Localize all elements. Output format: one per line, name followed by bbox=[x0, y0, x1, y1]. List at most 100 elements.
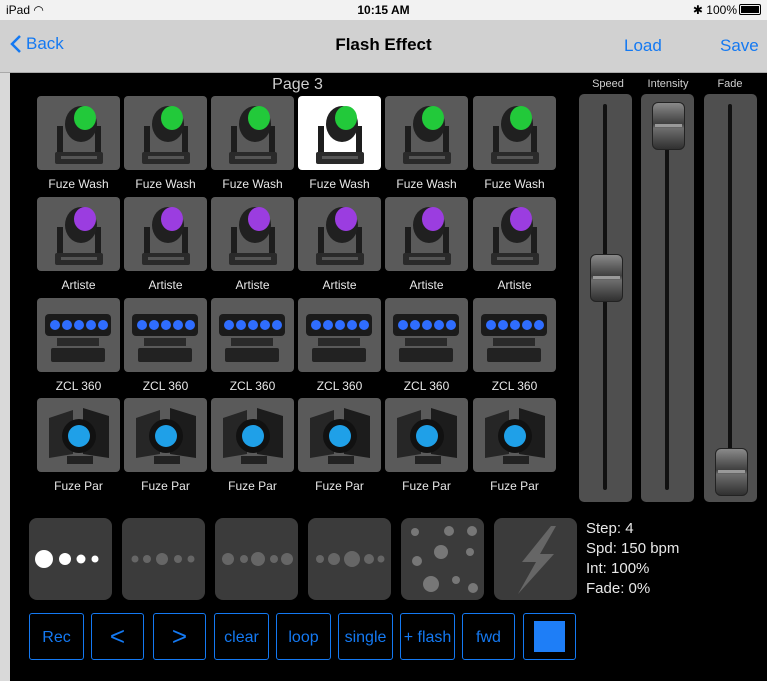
pattern-large-to-small-dots-button[interactable] bbox=[29, 518, 112, 600]
fixture-label: Fuze Par bbox=[402, 479, 451, 493]
wash-fixture-icon bbox=[142, 106, 190, 164]
fixture-artiste-2[interactable] bbox=[124, 197, 207, 271]
step-readout: Step: 4 bbox=[586, 520, 634, 537]
pattern-alternating-dots-button[interactable] bbox=[215, 518, 298, 600]
fixture-artiste-3[interactable] bbox=[211, 197, 294, 271]
fixture-artiste-4[interactable] bbox=[298, 197, 381, 271]
lightning-bolt-icon bbox=[518, 526, 556, 594]
artiste-fixture-icon bbox=[316, 207, 364, 265]
pattern-lightning-button[interactable] bbox=[494, 518, 577, 600]
scattered-dots-icon bbox=[411, 526, 478, 593]
fixture-par-4[interactable] bbox=[298, 398, 381, 472]
fixture-label: Fuze Wash bbox=[222, 177, 283, 191]
fixture-label: Fuze Wash bbox=[484, 177, 545, 191]
fixture-label: Fuze Wash bbox=[309, 177, 370, 191]
fade-slider-label: Fade bbox=[717, 78, 743, 90]
record-button[interactable]: Rec bbox=[29, 613, 84, 660]
pattern-growing-dots-button[interactable] bbox=[308, 518, 391, 600]
artiste-fixture-icon bbox=[491, 207, 539, 265]
fixture-zcl-3[interactable] bbox=[211, 298, 294, 372]
stop-button[interactable] bbox=[523, 613, 576, 660]
alternating-dots-icon bbox=[222, 552, 293, 566]
wash-fixture-icon bbox=[55, 106, 103, 164]
intensity-slider-label: Intensity bbox=[647, 78, 689, 90]
fixture-label: Fuze Wash bbox=[135, 177, 196, 191]
previous-step-button[interactable]: < bbox=[91, 613, 144, 660]
fade-slider-thumb[interactable] bbox=[715, 448, 748, 496]
intensity-slider-thumb[interactable] bbox=[652, 102, 685, 150]
fixture-label: Artiste bbox=[61, 278, 96, 292]
pattern-even-dots-button[interactable] bbox=[122, 518, 205, 600]
artiste-fixture-icon bbox=[403, 207, 451, 265]
fixture-label: Fuze Par bbox=[490, 479, 539, 493]
fade-readout: Fade: 0% bbox=[586, 580, 651, 597]
fixture-zcl-5[interactable] bbox=[385, 298, 468, 372]
fixture-label: Fuze Par bbox=[54, 479, 103, 493]
forward-button[interactable]: fwd bbox=[462, 613, 515, 660]
growing-dots-icon bbox=[316, 551, 385, 567]
fixture-label: Fuze Wash bbox=[396, 177, 457, 191]
zcl-fixture-icon bbox=[219, 314, 285, 362]
loop-button[interactable]: loop bbox=[276, 613, 331, 660]
fixture-wash-5[interactable] bbox=[385, 96, 468, 170]
par-fixture-icon bbox=[136, 408, 196, 464]
add-flash-button[interactable]: + flash bbox=[400, 613, 455, 660]
fixture-wash-1[interactable] bbox=[37, 96, 120, 170]
fixture-zcl-4[interactable] bbox=[298, 298, 381, 372]
fixture-par-2[interactable] bbox=[124, 398, 207, 472]
fixture-zcl-6[interactable] bbox=[473, 298, 556, 372]
par-fixture-icon bbox=[397, 408, 457, 464]
fixture-label: Artiste bbox=[235, 278, 270, 292]
fixture-wash-3[interactable] bbox=[211, 96, 294, 170]
fixture-label: Fuze Par bbox=[315, 479, 364, 493]
par-fixture-icon bbox=[223, 408, 283, 464]
fixture-zcl-1[interactable] bbox=[37, 298, 120, 372]
fixture-label: Fuze Par bbox=[228, 479, 277, 493]
artiste-fixture-icon bbox=[229, 207, 277, 265]
fixture-par-5[interactable] bbox=[385, 398, 468, 472]
pattern-scattered-dots-button[interactable] bbox=[401, 518, 484, 600]
load-button[interactable]: Load bbox=[624, 36, 662, 56]
next-step-button[interactable]: > bbox=[153, 613, 206, 660]
artiste-fixture-icon bbox=[55, 207, 103, 265]
fade-slider[interactable] bbox=[704, 94, 757, 502]
wash-fixture-icon bbox=[229, 106, 277, 164]
speed-readout: Spd: 150 bpm bbox=[586, 540, 680, 557]
fixture-artiste-6[interactable] bbox=[473, 197, 556, 271]
wash-fixture-icon bbox=[316, 106, 364, 164]
fixture-wash-6[interactable] bbox=[473, 96, 556, 170]
zcl-fixture-icon bbox=[132, 314, 198, 362]
fixture-label: Artiste bbox=[497, 278, 532, 292]
single-button[interactable]: single bbox=[338, 613, 393, 660]
battery-icon bbox=[739, 4, 761, 15]
fixture-wash-2[interactable] bbox=[124, 96, 207, 170]
fixture-label: Artiste bbox=[409, 278, 444, 292]
fixture-par-3[interactable] bbox=[211, 398, 294, 472]
fixture-label: ZCL 360 bbox=[229, 379, 276, 393]
fixture-artiste-1[interactable] bbox=[37, 197, 120, 271]
stop-square-icon bbox=[534, 621, 565, 652]
par-fixture-icon bbox=[310, 408, 370, 464]
par-fixture-icon bbox=[485, 408, 545, 464]
fixture-par-6[interactable] bbox=[473, 398, 556, 472]
save-button[interactable]: Save bbox=[720, 36, 759, 56]
wash-fixture-icon bbox=[491, 106, 539, 164]
fixture-wash-4[interactable] bbox=[298, 96, 381, 170]
intensity-slider[interactable] bbox=[641, 94, 694, 502]
fixture-artiste-5[interactable] bbox=[385, 197, 468, 271]
wash-fixture-icon bbox=[403, 106, 451, 164]
zcl-fixture-icon bbox=[481, 314, 547, 362]
fixture-label: Artiste bbox=[322, 278, 357, 292]
navigation-bar: Back Flash Effect Load Save bbox=[0, 20, 767, 73]
fixture-par-1[interactable] bbox=[37, 398, 120, 472]
fixture-zcl-2[interactable] bbox=[124, 298, 207, 372]
fixture-label: ZCL 360 bbox=[491, 379, 538, 393]
even-dots-icon bbox=[131, 553, 195, 565]
clock: 10:15 AM bbox=[357, 3, 410, 17]
clear-button[interactable]: clear bbox=[214, 613, 269, 660]
speed-slider-thumb[interactable] bbox=[590, 254, 623, 303]
speed-slider[interactable] bbox=[579, 94, 632, 502]
fixture-label: ZCL 360 bbox=[316, 379, 363, 393]
fixture-label: Fuze Wash bbox=[48, 177, 109, 191]
fixture-label: Fuze Par bbox=[141, 479, 190, 493]
